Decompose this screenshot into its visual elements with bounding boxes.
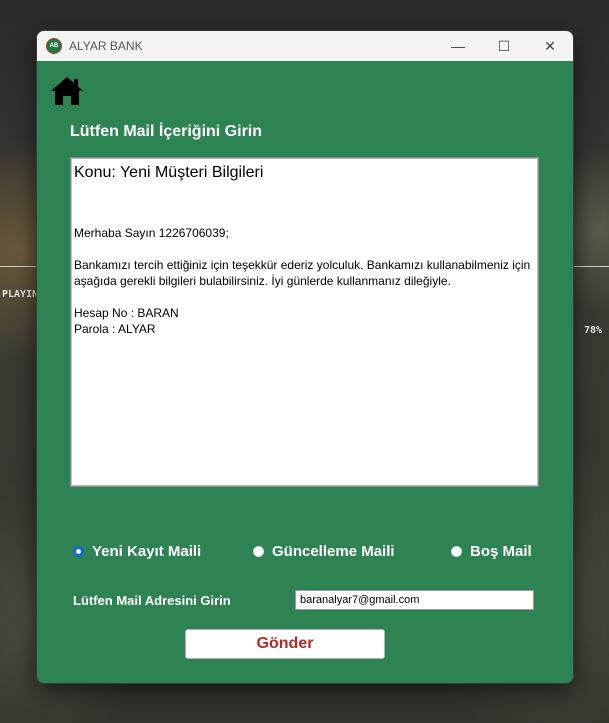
minimize-button[interactable]: —: [435, 31, 481, 61]
radio-unselected-icon: [451, 546, 462, 557]
mail-content-textarea[interactable]: Konu: Yeni Müşteri Bilgileri Merhaba Say…: [70, 157, 539, 487]
title-bar[interactable]: AB ALYAR BANK — ☐ ✕: [37, 31, 573, 61]
radio-update[interactable]: Güncelleme Maili: [253, 543, 395, 560]
desktop-divider-right: [573, 266, 609, 267]
radio-label: Boş Mail: [470, 543, 532, 560]
radio-unselected-icon: [253, 546, 264, 557]
radio-label: Yeni Kayıt Maili: [92, 543, 202, 560]
mail-greeting: Merhaba Sayın 1226706039;: [74, 226, 229, 240]
maximize-button[interactable]: ☐: [481, 31, 527, 61]
radio-label: Güncelleme Maili: [272, 543, 395, 560]
app-logo-icon: AB: [46, 38, 62, 54]
radio-new-registration[interactable]: Yeni Kayıt Maili: [73, 543, 201, 560]
close-button[interactable]: ✕: [527, 31, 573, 61]
email-address-input[interactable]: [295, 590, 534, 610]
form-heading: Lütfen Mail İçeriğini Girin: [70, 123, 263, 140]
desktop-divider-left: [0, 266, 37, 267]
address-label: Lütfen Mail Adresini Girin: [73, 593, 231, 608]
app-window: AB ALYAR BANK — ☐ ✕ Lütfen Mail İçeriğin…: [37, 31, 573, 683]
window-title: ALYAR BANK: [69, 39, 143, 53]
mail-password-line: Parola : ALYAR: [74, 322, 156, 336]
mail-subject: Konu: Yeni Müşteri Bilgileri: [74, 164, 264, 181]
desktop-left-text: PLAYIN: [2, 289, 39, 300]
window-controls: — ☐ ✕: [435, 31, 573, 61]
send-button[interactable]: Gönder: [185, 629, 385, 659]
desktop-right-text: 78%: [584, 325, 603, 336]
radio-empty[interactable]: Boş Mail: [451, 543, 532, 560]
mail-account-line: Hesap No : BARAN: [74, 306, 179, 320]
mail-paragraph: Bankamızı tercih ettiğiniz için teşekkür…: [74, 258, 531, 288]
mail-type-radio-group: Yeni Kayıt Maili Güncelleme Maili Boş Ma…: [73, 543, 543, 563]
home-icon[interactable]: [49, 75, 85, 107]
radio-selected-icon: [73, 546, 84, 557]
